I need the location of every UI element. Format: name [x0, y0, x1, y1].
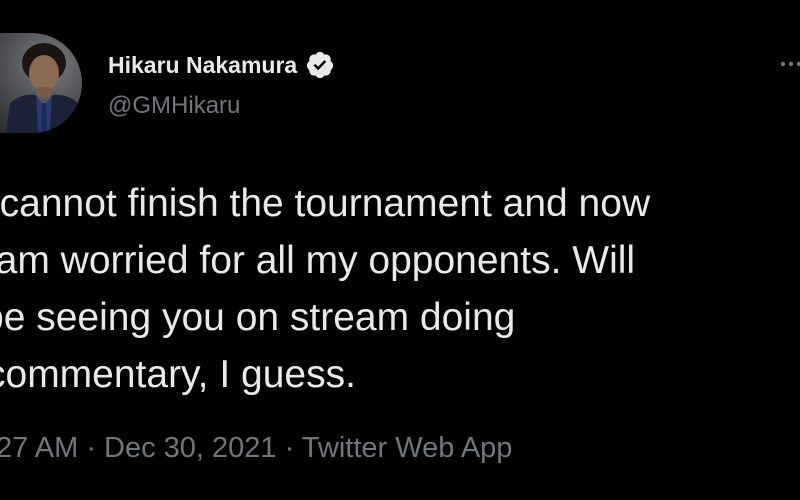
more-options-icon[interactable]: [770, 56, 800, 66]
tweet-text-line: commentary, I guess.: [0, 353, 356, 396]
tweet-text-line: I cannot finish the tournament and now: [0, 182, 651, 225]
avatar[interactable]: [0, 33, 82, 133]
author-display-name[interactable]: Hikaru Nakamura: [108, 52, 297, 79]
tweet-text-line: be seeing you on stream doing: [0, 296, 516, 339]
author-handle[interactable]: @GMHikaru: [108, 92, 240, 120]
author-name-row: Hikaru Nakamura: [108, 50, 335, 80]
tweet-text: I cannot finish the tournament and now I…: [0, 175, 800, 403]
tweet-card: Hikaru Nakamura @GMHikaru I cannot finis…: [0, 0, 800, 500]
avatar-photo: [6, 43, 82, 133]
verified-badge-icon: [305, 50, 335, 80]
tweet-timestamp-meta[interactable]: :27 AM · Dec 30, 2021 · Twitter Web App: [0, 432, 512, 465]
tweet-text-line: I am worried for all my opponents. Will: [0, 239, 636, 282]
